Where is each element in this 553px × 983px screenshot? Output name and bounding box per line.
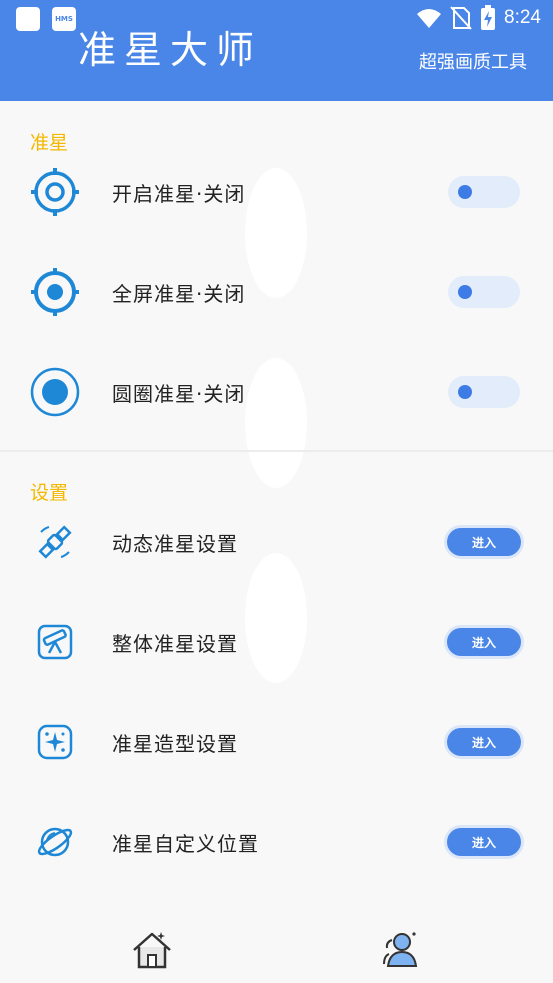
page-subtitle: 超强画质工具 <box>419 52 527 73</box>
circle-dot-icon <box>30 367 80 417</box>
setting-row-dynamic: 动态准星设置 进入 <box>0 512 553 572</box>
section-label-settings: 设置 <box>30 482 69 504</box>
fullscreen-crosshair-toggle[interactable] <box>448 276 520 308</box>
setting-label: 准星造型设置 <box>112 732 238 756</box>
toggle-label: 全屏准星·关闭 <box>112 282 246 306</box>
hms-icon: HMS <box>52 7 76 31</box>
toggle-knob <box>458 285 472 299</box>
planet-icon <box>30 817 80 867</box>
status-time: 8:24 <box>504 7 541 28</box>
setting-row-custom-position: 准星自定义位置 进入 <box>0 812 553 872</box>
dynamic-crosshair-enter-button[interactable]: 进入 <box>444 525 524 559</box>
crosshair-style-enter-button[interactable]: 进入 <box>444 725 524 759</box>
status-icons: 8:24 <box>416 4 541 32</box>
setting-label: 准星自定义位置 <box>112 832 259 856</box>
toggle-label: 开启准星·关闭 <box>112 182 246 206</box>
app-header: HMS 8:24 准星大师 超强画质工具 <box>0 0 553 101</box>
toggle-row-open-crosshair: 开启准星·关闭 <box>0 162 553 222</box>
section-label-crosshair: 准星 <box>30 132 69 154</box>
setting-label: 整体准星设置 <box>112 632 238 656</box>
setting-row-overall: 整体准星设置 进入 <box>0 612 553 672</box>
toggle-row-fullscreen-crosshair: 全屏准星·关闭 <box>0 262 553 322</box>
custom-position-enter-button[interactable]: 进入 <box>444 825 524 859</box>
crosshair-filled-icon <box>30 267 80 317</box>
sparkle-icon <box>30 717 80 767</box>
no-sim-icon <box>450 6 472 30</box>
section-divider <box>0 450 553 452</box>
bottom-nav <box>0 910 553 983</box>
wifi-icon <box>417 9 442 28</box>
toggle-row-circle-crosshair: 圆圈准星·关闭 <box>0 362 553 422</box>
satellite-icon <box>30 517 80 567</box>
overall-crosshair-enter-button[interactable]: 进入 <box>444 625 524 659</box>
battery-charging-icon <box>481 5 496 30</box>
telescope-icon <box>30 617 80 667</box>
circle-crosshair-toggle[interactable] <box>448 376 520 408</box>
toggle-label: 圆圈准星·关闭 <box>112 382 246 406</box>
setting-label: 动态准星设置 <box>112 532 238 556</box>
notification-icon <box>16 7 40 31</box>
crosshair-target-icon <box>30 167 80 217</box>
user-group-icon[interactable] <box>378 928 422 972</box>
page-title: 准星大师 <box>78 30 263 70</box>
setting-row-style: 准星造型设置 进入 <box>0 712 553 772</box>
toggle-knob <box>458 185 472 199</box>
toggle-knob <box>458 385 472 399</box>
home-icon[interactable] <box>130 928 174 972</box>
open-crosshair-toggle[interactable] <box>448 176 520 208</box>
